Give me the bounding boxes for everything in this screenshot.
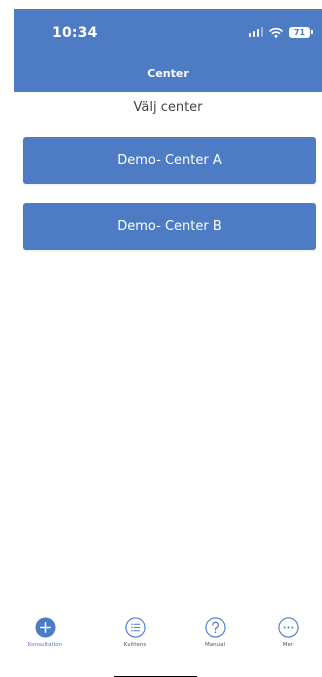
center-b-button[interactable]: Demo- Center B [23,203,316,250]
status-time: 10:34 [52,25,98,41]
center-a-button[interactable]: Demo- Center A [23,137,316,184]
status-icons: 71 [248,26,313,38]
bottom-tab-bar: Konsultation Kvittens Manual Mer [14,617,322,657]
tab-kvittens[interactable]: Kvittens [104,617,166,648]
tab-manual-label: Manual [205,642,225,648]
question-icon [204,617,226,638]
header-bar: 10:34 71 Center [14,9,322,92]
tab-manual[interactable]: Manual [184,617,246,648]
tab-konsultation-label: Konsultation [27,642,63,648]
signal-icon [248,27,263,37]
tab-mer-label: Mer [282,642,294,648]
more-icon [277,617,299,638]
tab-mer[interactable]: Mer [257,617,319,648]
tab-konsultation[interactable]: Konsultation [14,617,76,648]
select-center-prompt: Välj center [133,100,203,115]
plus-circle-icon [34,617,56,638]
tab-kvittens-label: Kvittens [123,642,147,648]
center-b-label: Demo- Center B [117,219,222,234]
list-icon [124,617,146,638]
app-screen: 10:34 71 Center Välj center Demo- Center… [0,0,322,677]
battery-icon: 71 [289,26,313,38]
center-a-label: Demo- Center A [117,153,222,168]
page-title: Center [147,67,189,80]
wifi-icon [269,27,283,38]
